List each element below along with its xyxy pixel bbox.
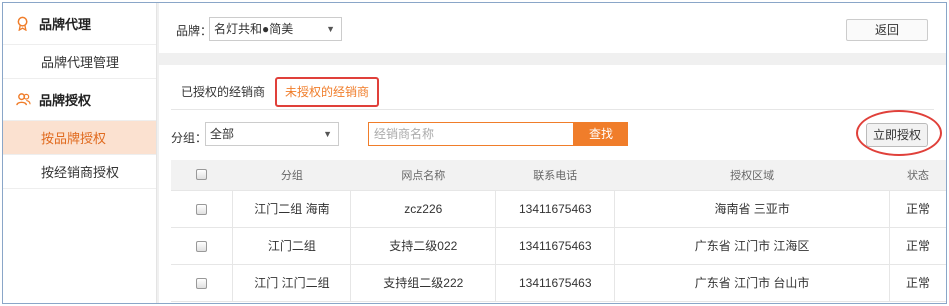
column-header: 状态 — [889, 160, 946, 191]
select-all-checkbox[interactable] — [196, 169, 208, 181]
group-select-value: 全部 — [210, 127, 235, 141]
chevron-down-icon: ▼ — [323, 129, 332, 139]
status-cell: 正常 — [889, 189, 946, 228]
sidebar-item-brand-agency-manage[interactable]: 品牌代理管理 — [3, 45, 156, 79]
chevron-down-icon: ▼ — [326, 24, 335, 34]
status-cell: 正常 — [889, 263, 946, 302]
table-row: 江门 江门二组 支持组二级222 13411675463 广东省 江门市 台山市… — [171, 263, 946, 302]
column-header: 网点名称 — [350, 160, 496, 191]
tab-unauthorized-dealers[interactable]: 未授权的经销商 — [275, 77, 380, 107]
app-frame: 品牌代理 品牌代理管理 品牌授权 按品牌授权 按经销商授权 品牌： 名灯共和●简… — [2, 2, 947, 304]
group-cell: 江门二组 — [232, 226, 352, 265]
sidebar-item-by-brand[interactable]: 按品牌授权 — [3, 121, 156, 155]
select-all-cell — [171, 160, 233, 191]
search-button[interactable]: 查找 — [574, 122, 628, 146]
sidebar-group-brand-authorization[interactable]: 品牌授权 — [3, 79, 156, 121]
row-select-cell — [171, 189, 234, 228]
row-select-cell — [171, 263, 234, 302]
authorize-now-button[interactable]: 立即授权 — [866, 123, 928, 147]
group-label: 分组： — [171, 131, 208, 145]
column-header: 联系电话 — [495, 160, 615, 191]
sidebar-group-brand-agency[interactable]: 品牌代理 — [3, 3, 156, 45]
table-row: 江门二组 海南 zcz226 13411675463 海南省 三亚市 正常 — [171, 189, 946, 228]
back-button[interactable]: 返回 — [846, 19, 928, 41]
sidebar-group-label: 品牌授权 — [39, 93, 92, 108]
status-cell: 正常 — [889, 226, 946, 265]
row-checkbox[interactable] — [196, 277, 208, 289]
row-select-cell — [171, 226, 234, 265]
sidebar-group-label: 品牌代理 — [39, 17, 92, 32]
badge-icon — [15, 16, 31, 32]
column-header: 分组 — [232, 160, 351, 191]
group-cell: 江门二组 海南 — [232, 189, 352, 228]
area-cell: 广东省 江门市 江海区 — [614, 226, 890, 265]
tab-authorized-dealers[interactable]: 已授权的经销商 — [171, 77, 275, 107]
phone-cell: 13411675463 — [495, 263, 616, 302]
column-header: 授权区域 — [614, 160, 890, 191]
users-icon — [15, 92, 31, 108]
area-cell: 广东省 江门市 台山市 — [614, 263, 890, 302]
area-cell: 海南省 三亚市 — [614, 189, 890, 228]
tab-divider — [171, 109, 934, 110]
brand-label: 品牌： — [176, 24, 213, 38]
row-checkbox[interactable] — [196, 203, 208, 215]
brand-select[interactable]: 名灯共和●简美 ▼ — [209, 17, 342, 41]
outlet-name-cell: zcz226 — [350, 189, 497, 228]
dealer-panel: 已授权的经销商 未授权的经销商 分组： 全部 ▼ 经销商名称 查找 立即授权 分… — [159, 65, 946, 303]
phone-cell: 13411675463 — [495, 226, 616, 265]
dealer-search-input[interactable]: 经销商名称 — [368, 122, 574, 146]
table-header-row: 分组 网点名称 联系电话 授权区域 状态 — [171, 160, 946, 191]
brand-select-value: 名灯共和●简美 — [214, 22, 294, 36]
phone-cell: 13411675463 — [495, 189, 616, 228]
dealer-table: 分组 网点名称 联系电话 授权区域 状态 江门二组 海南 zcz226 1341… — [171, 160, 946, 302]
sidebar: 品牌代理 品牌代理管理 品牌授权 按品牌授权 按经销商授权 — [3, 3, 157, 303]
brand-toolbar: 品牌： 名灯共和●简美 ▼ 返回 — [159, 3, 946, 53]
group-select[interactable]: 全部 ▼ — [205, 122, 339, 146]
sidebar-item-by-dealer[interactable]: 按经销商授权 — [3, 155, 156, 189]
outlet-name-cell: 支持组二级222 — [350, 263, 497, 302]
row-checkbox[interactable] — [196, 240, 208, 252]
group-cell: 江门 江门二组 — [232, 263, 352, 302]
tab-bar: 已授权的经销商 未授权的经销商 — [171, 77, 380, 107]
table-row: 江门二组 支持二级022 13411675463 广东省 江门市 江海区 正常 — [171, 226, 946, 265]
outlet-name-cell: 支持二级022 — [350, 226, 497, 265]
